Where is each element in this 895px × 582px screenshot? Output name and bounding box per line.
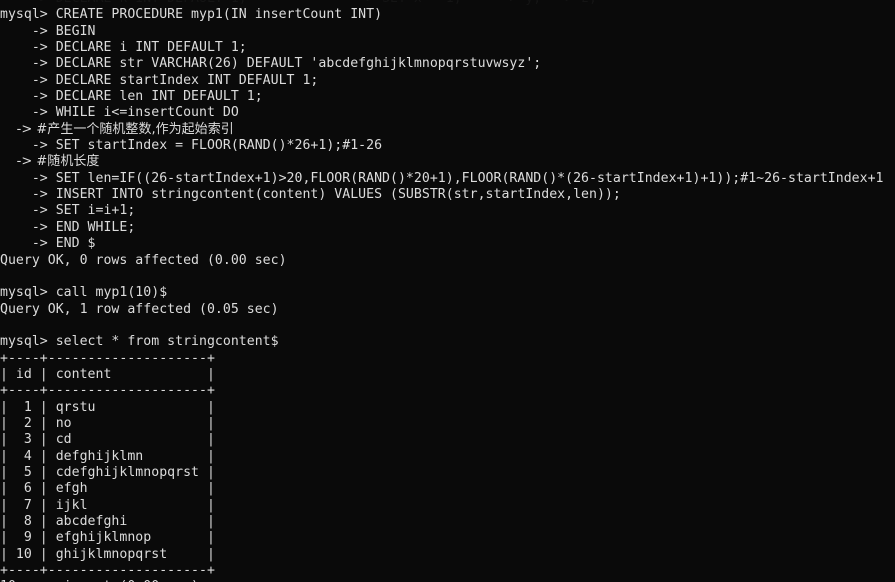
line-set-i: -> SET i=i+1; bbox=[0, 203, 136, 219]
line-declare-i: -> DECLARE i INT DEFAULT 1; bbox=[0, 40, 247, 56]
line-table-bottom: +----+--------------------+ bbox=[0, 563, 215, 579]
line-declare-str: -> DECLARE str VARCHAR(26) DEFAULT 'abcd… bbox=[0, 56, 542, 72]
line-begin: -> BEGIN bbox=[0, 23, 96, 39]
line-row-2: | 2 | no | bbox=[0, 415, 215, 431]
line-table-header: | id | content | bbox=[0, 366, 215, 382]
line-while: -> WHILE i<=insertCount DO bbox=[0, 105, 239, 121]
line-row-7: | 7 | ijkl | bbox=[0, 497, 215, 513]
line-select: mysql> select * from stringcontent$ bbox=[0, 334, 279, 350]
line-row-5: | 5 | cdefghijklmnopqrst | bbox=[0, 464, 215, 480]
line-result-create: Query OK, 0 rows affected (0.00 sec) bbox=[0, 252, 287, 268]
line-comment-random-len: -> #随机长度 bbox=[0, 154, 100, 170]
line-insert: -> INSERT INTO stringcontent(content) VA… bbox=[0, 187, 621, 203]
line-end: -> END $ bbox=[0, 236, 96, 252]
line-declare-len: -> DECLARE len INT DEFAULT 1; bbox=[0, 89, 263, 105]
line-row-10: | 10 | ghijklmnopqrst | bbox=[0, 546, 215, 562]
line-row-3: | 3 | cd | bbox=[0, 432, 215, 448]
line-set-startindex: -> SET startIndex = FLOOR(RAND()*26+1);#… bbox=[0, 138, 383, 154]
line-row-1: | 1 | qrstu | bbox=[0, 399, 215, 415]
terminal-window[interactable]: -> DECLARE k INT DEFAULT 1; -> SET x = 1… bbox=[0, 0, 895, 582]
line-result-call: Query OK, 1 row affected (0.05 sec) bbox=[0, 301, 279, 317]
line-row-9: | 9 | efghijklmnop | bbox=[0, 530, 215, 546]
line-declare-startindex: -> DECLARE startIndex INT DEFAULT 1; bbox=[0, 72, 319, 88]
line-table-top: +----+--------------------+ bbox=[0, 350, 215, 366]
line-comment-random-int: -> #产生一个随机整数,作为起始索引 bbox=[0, 121, 234, 137]
line-set-len: -> SET len=IF((26-startIndex+1)>20,FLOOR… bbox=[0, 170, 884, 186]
terminal-screen[interactable]: -> DECLARE k INT DEFAULT 1; -> SET x = 1… bbox=[0, 0, 895, 582]
line-blank-1 bbox=[0, 269, 895, 285]
line-blank-2 bbox=[0, 318, 895, 334]
line-row-4: | 4 | defghijklmn | bbox=[0, 448, 215, 464]
line-table-sep: +----+--------------------+ bbox=[0, 383, 215, 399]
line-call: mysql> call myp1(10)$ bbox=[0, 285, 168, 301]
line-create-procedure: mysql> CREATE PROCEDURE myp1(IN insertCo… bbox=[0, 7, 383, 23]
line-row-6: | 6 | efgh | bbox=[0, 481, 215, 497]
line-row-8: | 8 | abcdefghi | bbox=[0, 514, 215, 529]
line-top-cut: -> DECLARE k INT DEFAULT 1; -> SET x = 1… bbox=[0, 0, 895, 7]
line-end-while: -> END WHILE; bbox=[0, 219, 136, 235]
